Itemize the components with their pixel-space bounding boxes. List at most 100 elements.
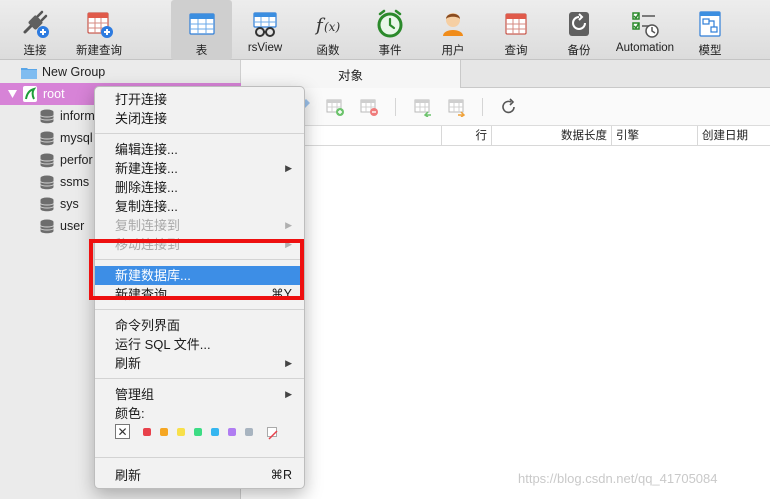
menu-item-label: 编辑连接... (115, 142, 178, 157)
function-icon: f (x) (312, 8, 344, 40)
column-created-date[interactable]: 创建日期 (697, 126, 770, 146)
menu-run-sql-file[interactable]: 运行 SQL 文件... (95, 335, 304, 354)
menu-duplicate-connection[interactable]: 复制连接... (95, 197, 304, 216)
database-icon (40, 175, 54, 190)
backup-label: 备份 (567, 45, 591, 57)
no-color-swatch[interactable]: ✕ (115, 424, 130, 439)
menu-separator (95, 378, 304, 379)
menu-refresh[interactable]: 刷新 ⌘R (95, 466, 304, 485)
export-button[interactable] (447, 97, 467, 118)
custom-color-swatch[interactable] (267, 427, 278, 440)
menu-item-label: 关闭连接 (115, 111, 168, 126)
new-query-label: 新建查询 (76, 45, 122, 57)
database-label: mysql (60, 131, 93, 145)
import-button[interactable] (413, 97, 433, 118)
menu-open-connection[interactable]: 打开连接 (95, 90, 304, 109)
menu-item-label: 刷新 (115, 356, 142, 371)
database-label: sys (60, 197, 79, 211)
user-icon (437, 8, 469, 40)
delete-table-button[interactable] (359, 97, 379, 117)
object-panel: 对象 行 数据长度 引擎 创建日期 (241, 60, 770, 499)
connection-label-root: root (43, 87, 65, 101)
database-icon (40, 219, 54, 234)
tab-bar: 对象 (241, 60, 770, 88)
refresh-button[interactable] (499, 97, 519, 117)
color-swatch-red[interactable] (143, 428, 151, 436)
color-swatch-blue[interactable] (211, 428, 219, 436)
database-icon (40, 197, 54, 212)
user-button[interactable]: 用户 (424, 0, 482, 60)
svg-text:(x): (x) (324, 20, 340, 34)
backup-icon (563, 8, 595, 40)
automation-icon (629, 8, 661, 40)
color-swatch-yellow[interactable] (177, 428, 185, 436)
column-rows[interactable]: 行 (441, 126, 491, 146)
function-button[interactable]: f (x) 函数 (299, 0, 357, 60)
menu-new-connection[interactable]: 新建连接... ▶ (95, 159, 304, 178)
submenu-arrow-icon: ▶ (285, 358, 292, 368)
disclosure-triangle-icon[interactable] (8, 87, 17, 101)
menu-refresh-submenu[interactable]: 刷新 ▶ (95, 354, 304, 373)
connection-button[interactable]: 连接 (6, 0, 64, 60)
menu-item-label: 颜色: (115, 406, 145, 421)
menu-item-label: 命令列界面 (115, 318, 181, 333)
plug-icon (19, 8, 51, 40)
automation-label: Automation (615, 42, 675, 54)
database-label: inform (60, 109, 95, 123)
database-label: perfor (60, 153, 93, 167)
column-engine[interactable]: 引擎 (611, 126, 697, 146)
color-swatch-gray[interactable] (245, 428, 253, 436)
color-swatch-purple[interactable] (228, 428, 236, 436)
menu-manage-group[interactable]: 管理组 ▶ (95, 385, 304, 404)
table-label: 表 (195, 45, 208, 57)
user-label: 用户 (441, 45, 465, 57)
menu-separator (95, 457, 304, 458)
database-icon (40, 109, 54, 124)
folder-icon (21, 66, 37, 79)
model-button[interactable]: 模型 (683, 0, 737, 60)
menu-item-label: 复制连接到 (115, 218, 181, 233)
color-swatch-orange[interactable] (160, 428, 168, 436)
submenu-arrow-icon: ▶ (285, 389, 292, 399)
menu-color-label: 颜色: (95, 404, 304, 423)
event-button[interactable]: 事件 (361, 0, 419, 60)
menu-close-connection[interactable]: 关闭连接 (95, 109, 304, 128)
automation-button[interactable]: Automation (613, 0, 677, 60)
view-button[interactable]: rsView (236, 0, 294, 60)
model-icon (694, 8, 726, 40)
color-swatch-green[interactable] (194, 428, 202, 436)
clock-icon (374, 8, 406, 40)
group-row[interactable]: New Group (0, 61, 241, 83)
watermark: https://blog.csdn.net/qq_41705084 (518, 471, 718, 486)
menu-item-label: 运行 SQL 文件... (115, 337, 211, 352)
tab-objects[interactable]: 对象 (241, 60, 461, 88)
connection-label: 连接 (23, 45, 47, 57)
view-label: rsView (247, 42, 283, 54)
database-label: ssms (60, 175, 90, 189)
table-button[interactable]: 表 (171, 0, 232, 60)
menu-delete-connection[interactable]: 删除连接... (95, 178, 304, 197)
submenu-arrow-icon: ▶ (285, 220, 292, 230)
menu-edit-connection[interactable]: 编辑连接... (95, 140, 304, 159)
column-data-length[interactable]: 数据长度 (491, 126, 611, 146)
new-query-button[interactable]: 新建查询 (70, 0, 128, 60)
table-icon (186, 8, 218, 40)
main-toolbar: 连接 新建查询 表 rsView f (x) 函数 事件 用户 查询 备份 Au… (0, 0, 770, 60)
backup-button[interactable]: 备份 (550, 0, 608, 60)
refresh-icon (502, 98, 515, 114)
toolbar-divider (395, 98, 396, 116)
submenu-arrow-icon: ▶ (285, 163, 292, 173)
menu-separator (95, 309, 304, 310)
event-label: 事件 (378, 45, 402, 57)
menu-item-label: 管理组 (115, 387, 155, 402)
database-icon (40, 153, 54, 168)
function-label: 函数 (316, 45, 340, 57)
query-button[interactable]: 查询 (487, 0, 545, 60)
menu-copy-connection-to: 复制连接到 ▶ (95, 216, 304, 235)
new-table-button[interactable] (325, 97, 345, 117)
column-header: 行 数据长度 引擎 创建日期 (241, 126, 770, 146)
model-label: 模型 (698, 45, 722, 57)
highlight-annotation (89, 239, 304, 300)
tab-objects-label: 对象 (337, 68, 363, 83)
menu-command-line[interactable]: 命令列界面 (95, 316, 304, 335)
